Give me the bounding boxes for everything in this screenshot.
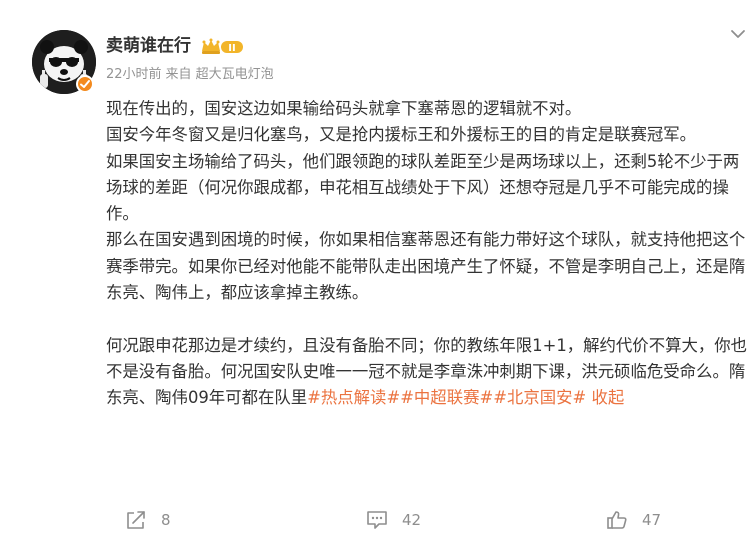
verified-badge: [76, 75, 94, 93]
topic-link[interactable]: #热点解读#: [307, 388, 400, 407]
author-level-badge[interactable]: II: [201, 38, 245, 56]
post-time[interactable]: 22小时前: [106, 67, 162, 82]
topic-link[interactable]: #北京国安#: [493, 388, 586, 407]
paragraph-last: 何况跟申花那边是才续约，且没有备胎不同；你的教练年限1+1，解约代价不算大，你也…: [106, 333, 748, 412]
more-menu-button[interactable]: [727, 24, 749, 44]
thumbs-up-icon: [607, 511, 627, 529]
topic-link[interactable]: #中超联赛#: [400, 388, 493, 407]
level-text: II: [228, 43, 235, 54]
post-source[interactable]: 超大瓦电灯泡: [196, 67, 274, 82]
like-count: 47: [642, 511, 662, 529]
comment-count: 42: [402, 511, 422, 529]
post-meta: 22小时前 来自 超大瓦电灯泡: [106, 66, 274, 84]
share-icon: [127, 511, 145, 529]
crown-level-icon: II: [202, 38, 243, 54]
comment-button[interactable]: 42: [366, 508, 421, 532]
post-body: 现在传出的，国安这边如果输给码头就拿下塞蒂恩的逻辑就不对。 国安今年冬窗又是归化…: [106, 96, 748, 412]
paragraph: 现在传出的，国安这边如果输给码头就拿下塞蒂恩的逻辑就不对。: [106, 99, 582, 118]
post-header: 卖萌谁在行 II 22小时前 来自 超大瓦电灯泡: [0, 0, 749, 100]
verified-badge-icon: [80, 80, 90, 88]
collapse-link[interactable]: 收起: [591, 388, 624, 407]
paragraph: 如果国安主场输给了码头，他们跟领跑的球队差距至少是两场球以上，还剩5轮不少于两场…: [106, 151, 740, 224]
paragraph: 那么在国安遇到困境的时候，你如果相信塞蒂恩还有能力带好这个球队，就支持他把这个赛…: [106, 230, 746, 303]
paragraph: 国安今年冬窗又是归化塞鸟，又是抢内援标王和外援标王的目的肯定是联赛冠军。: [106, 125, 697, 145]
like-button[interactable]: 47: [606, 508, 661, 532]
share-count: 8: [161, 511, 171, 529]
source-prefix: 来自: [165, 67, 192, 82]
share-button[interactable]: 8: [125, 508, 171, 532]
action-bar: 8 42 47: [0, 500, 749, 540]
comment-icon: [367, 511, 387, 529]
chevron-down-icon: [731, 30, 745, 38]
author-name[interactable]: 卖萌谁在行: [106, 34, 191, 58]
